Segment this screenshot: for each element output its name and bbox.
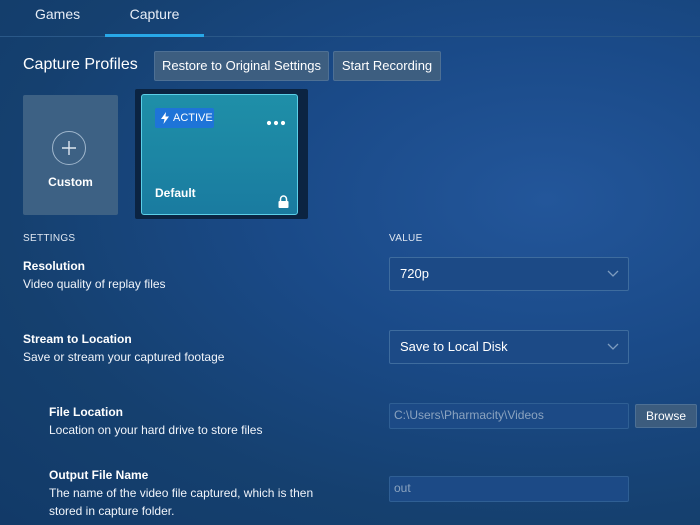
output-file-name-description-line1: The name of the video file captured, whi… [49, 486, 314, 500]
value-column-header: VALUE [389, 233, 423, 244]
more-icon[interactable] [266, 113, 286, 126]
resolution-value: 720p [400, 266, 429, 281]
browse-button[interactable]: Browse [635, 404, 697, 428]
chevron-down-icon [607, 270, 619, 277]
start-recording-button[interactable]: Start Recording [333, 51, 441, 81]
active-badge-label: ACTIVE [173, 112, 213, 124]
chevron-down-icon [607, 343, 619, 350]
capture-profiles-heading: Capture Profiles [23, 56, 138, 73]
lightning-icon [161, 112, 169, 124]
resolution-select[interactable]: 720p [389, 257, 629, 291]
tab-games[interactable]: Games [23, 0, 105, 36]
plus-icon [52, 131, 86, 165]
active-tab-indicator [105, 34, 204, 37]
output-file-name-description-line2: stored in capture folder. [49, 504, 175, 518]
custom-profile-label: Custom [48, 175, 93, 189]
stream-location-title: Stream to Location [23, 332, 132, 346]
file-location-description: Location on your hard drive to store fil… [49, 423, 263, 437]
file-location-value: C:\Users\Pharmacity\Videos [394, 408, 544, 422]
default-profile-label: Default [155, 186, 196, 200]
settings-column-header: SETTINGS [23, 233, 76, 244]
stream-location-select[interactable]: Save to Local Disk [389, 330, 629, 364]
custom-profile-card[interactable]: Custom [23, 95, 118, 215]
resolution-title: Resolution [23, 259, 85, 273]
active-badge: ACTIVE [155, 108, 214, 128]
output-file-name-input[interactable]: out [389, 476, 629, 502]
output-file-name-value: out [394, 481, 411, 495]
stream-location-description: Save or stream your captured footage [23, 350, 225, 364]
default-profile-card[interactable]: ACTIVE Default [141, 94, 298, 215]
tab-bar: Games Capture [0, 0, 700, 37]
tab-capture-label: Capture [129, 6, 180, 22]
output-file-name-title: Output File Name [49, 468, 149, 482]
restore-settings-button[interactable]: Restore to Original Settings [154, 51, 329, 81]
tab-capture[interactable]: Capture [105, 0, 204, 37]
lock-icon [278, 195, 289, 208]
file-location-title: File Location [49, 405, 124, 419]
file-location-input[interactable]: C:\Users\Pharmacity\Videos [389, 403, 629, 429]
resolution-description: Video quality of replay files [23, 277, 166, 291]
stream-location-value: Save to Local Disk [400, 339, 508, 354]
